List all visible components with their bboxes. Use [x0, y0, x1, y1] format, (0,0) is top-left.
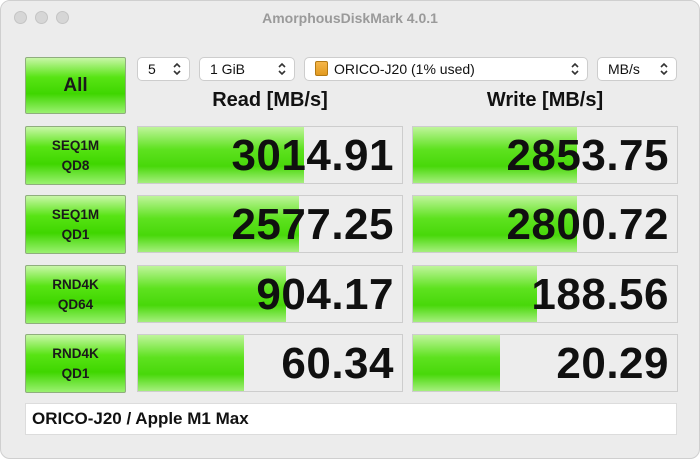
write-value: 2800.72	[506, 200, 669, 249]
read-value: 2577.25	[231, 200, 394, 249]
test-label-line1: RND4K	[52, 276, 99, 292]
read-value: 3014.91	[231, 131, 394, 180]
read-progress-bar	[138, 335, 244, 391]
test-size-select[interactable]: 1 GiB	[199, 57, 295, 81]
read-value: 904.17	[256, 270, 394, 319]
test-label-line1: SEQ1M	[51, 206, 100, 222]
up-down-chevron-icon	[660, 62, 668, 76]
test-size-value: 1 GiB	[210, 61, 246, 77]
write-result-rnd4k-qd1: 20.29	[412, 334, 678, 392]
app-window: AmorphousDiskMark 4.0.1 All 5 1 GiB ORIC…	[0, 0, 700, 459]
unit-value: MB/s	[608, 61, 640, 77]
test-label-line1: RND4K	[52, 345, 99, 361]
test-button-seq1m-qd8[interactable]: SEQ1M QD8	[25, 126, 126, 185]
write-value: 2853.75	[506, 131, 669, 180]
test-label-line2: QD1	[61, 226, 90, 242]
unit-select[interactable]: MB/s	[597, 57, 677, 81]
test-label-line1: SEQ1M	[51, 137, 100, 153]
test-count-select[interactable]: 5	[137, 57, 190, 81]
read-result-rnd4k-qd64: 904.17	[137, 265, 403, 323]
write-progress-bar	[413, 266, 538, 322]
test-button-rnd4k-qd1[interactable]: RND4K QD1	[25, 334, 126, 393]
test-label-line2: QD64	[57, 296, 94, 312]
read-column-header: Read [MB/s]	[212, 89, 328, 111]
test-button-seq1m-qd1[interactable]: SEQ1M QD1	[25, 195, 126, 254]
write-result-rnd4k-qd64: 188.56	[412, 265, 678, 323]
test-label-line2: QD8	[61, 157, 90, 173]
read-result-seq1m-qd8: 3014.91	[137, 126, 403, 184]
test-button-rnd4k-qd64[interactable]: RND4K QD64	[25, 265, 126, 324]
test-label-line2: QD1	[61, 365, 90, 381]
write-value: 188.56	[531, 270, 669, 319]
drive-value: ORICO-J20 (1% used)	[334, 61, 475, 77]
drive-select[interactable]: ORICO-J20 (1% used)	[304, 57, 588, 81]
comment-field[interactable]: ORICO-J20 / Apple M1 Max	[25, 403, 677, 435]
up-down-chevron-icon	[173, 62, 181, 76]
write-progress-bar	[413, 335, 501, 391]
write-column-header: Write [MB/s]	[486, 89, 604, 111]
run-all-label: All	[63, 74, 88, 96]
external-drive-icon	[315, 61, 328, 76]
read-result-seq1m-qd1: 2577.25	[137, 195, 403, 253]
run-all-button[interactable]: All	[25, 57, 126, 114]
title-bar: AmorphousDiskMark 4.0.1	[1, 1, 699, 35]
read-value: 60.34	[281, 339, 394, 388]
up-down-chevron-icon	[278, 62, 286, 76]
write-result-seq1m-qd1: 2800.72	[412, 195, 678, 253]
write-result-seq1m-qd8: 2853.75	[412, 126, 678, 184]
test-count-value: 5	[148, 61, 156, 77]
write-value: 20.29	[556, 339, 669, 388]
up-down-chevron-icon	[571, 62, 579, 76]
read-result-rnd4k-qd1: 60.34	[137, 334, 403, 392]
window-title: AmorphousDiskMark 4.0.1	[262, 10, 438, 26]
